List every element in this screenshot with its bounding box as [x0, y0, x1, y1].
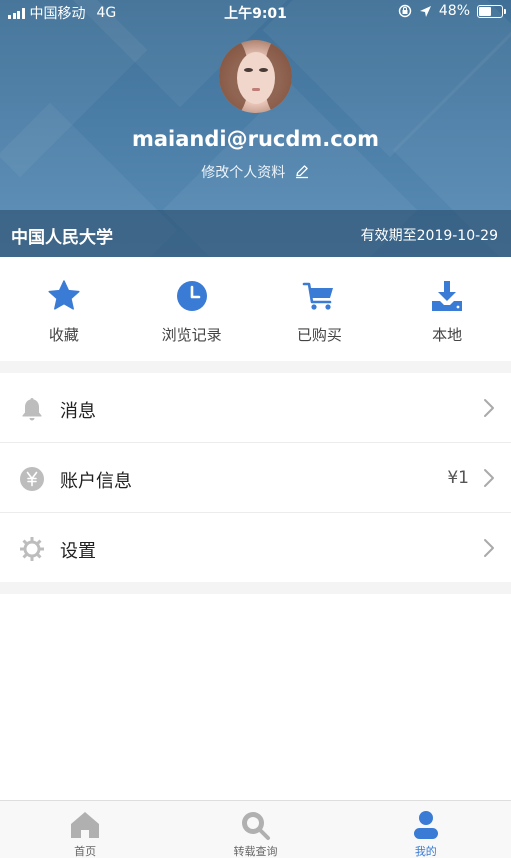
settings-list: 消息 账户信息 ¥1 设置: [0, 373, 511, 583]
battery-percent: 48%: [438, 3, 470, 19]
star-icon: [48, 280, 80, 310]
tab-reprint-search-label: 转载查询: [233, 845, 278, 858]
quick-actions: 收藏 浏览记录 已购买 本地: [0, 257, 511, 361]
bell-icon: [22, 398, 42, 421]
account-info-row[interactable]: 账户信息 ¥1: [0, 443, 511, 513]
status-bar: 中国移动 4G 上午9:01 48%: [0, 0, 511, 24]
purchased-button[interactable]: 已购买: [256, 257, 384, 361]
tab-home[interactable]: 首页: [0, 801, 170, 858]
local-label: 本地: [432, 326, 463, 344]
user-icon: [413, 811, 438, 839]
purchased-label: 已购买: [296, 326, 342, 344]
organization-name: 中国人民大学: [11, 228, 113, 248]
edit-profile-link[interactable]: 修改个人资料: [0, 162, 511, 182]
download-icon: [432, 281, 463, 311]
search-icon: [242, 812, 271, 840]
pencil-icon: [295, 165, 308, 179]
history-label: 浏览记录: [161, 326, 222, 344]
tab-bar: 首页 转载查询 我的: [0, 800, 511, 858]
history-button[interactable]: 浏览记录: [128, 257, 256, 361]
favorites-button[interactable]: 收藏: [0, 257, 128, 361]
location-icon: [419, 5, 431, 17]
subscription-expiry: 有效期至2019-10-29: [360, 228, 498, 244]
account-balance: ¥1: [447, 468, 469, 488]
favorites-label: 收藏: [48, 326, 79, 344]
messages-row[interactable]: 消息: [0, 373, 511, 443]
tab-home-label: 首页: [74, 845, 97, 858]
avatar[interactable]: [219, 40, 292, 113]
cart-icon: [303, 282, 334, 310]
chevron-right-icon: [484, 469, 494, 487]
edit-profile-label: 修改个人资料: [201, 165, 286, 181]
organization-bar: 中国人民大学 有效期至2019-10-29: [0, 210, 511, 257]
my-profile-screen: 中国移动 4G 上午9:01 48% maiandi@rucdm.com 修改个…: [0, 0, 511, 858]
section-divider: [0, 582, 511, 594]
user-email: maiandi@rucdm.com: [131, 127, 379, 151]
settings-row[interactable]: 设置: [0, 513, 511, 583]
battery-icon: [477, 4, 506, 18]
home-icon: [71, 812, 100, 838]
tab-mine[interactable]: 我的: [341, 801, 511, 858]
clock-icon: [176, 281, 207, 311]
chevron-right-icon: [484, 399, 494, 417]
yen-icon: [20, 467, 44, 491]
gear-icon: [20, 537, 44, 561]
tab-reprint-search[interactable]: 转载查询: [170, 801, 340, 858]
settings-label: 设置: [60, 541, 96, 562]
account-info-label: 账户信息: [60, 471, 132, 492]
profile-header: 中国移动 4G 上午9:01 48% maiandi@rucdm.com 修改个…: [0, 0, 511, 257]
tab-mine-label: 我的: [414, 845, 437, 858]
rotation-lock-icon: [398, 4, 412, 18]
section-divider: [0, 361, 511, 373]
chevron-right-icon: [484, 539, 494, 557]
messages-label: 消息: [60, 401, 96, 422]
local-button[interactable]: 本地: [383, 257, 511, 361]
